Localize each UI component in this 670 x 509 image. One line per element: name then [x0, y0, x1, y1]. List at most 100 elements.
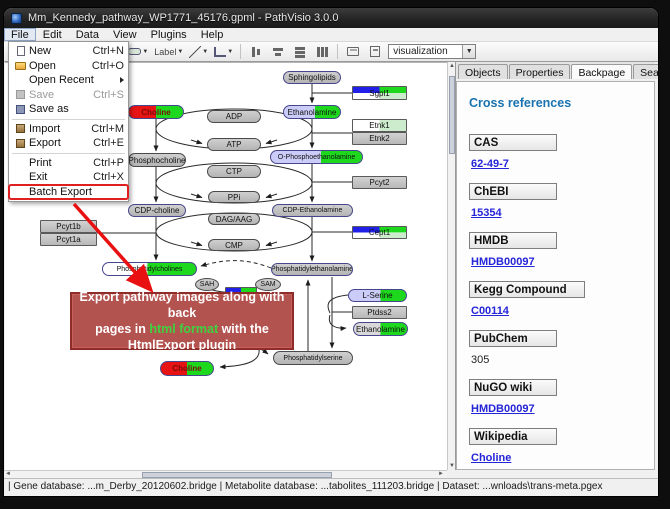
menu-plugins[interactable]: Plugins [144, 28, 194, 41]
node-pcyt1b[interactable]: Pcyt1b [40, 220, 97, 233]
node-choline-top[interactable]: Choline [128, 105, 184, 119]
submenu-arrow-icon [120, 77, 124, 83]
node-ppi[interactable]: PPi [208, 191, 260, 203]
node-phosphatidylethanolamine[interactable]: Phosphatidylethanolamine [271, 263, 353, 276]
tab-backpage[interactable]: Backpage [571, 64, 632, 79]
align-horizontal-button[interactable] [269, 43, 287, 60]
xref-link-cas[interactable]: 62-49-7 [471, 158, 509, 170]
node-ctp[interactable]: CTP [207, 165, 261, 178]
line-tool-button[interactable]: ▼ [188, 43, 209, 60]
node-ptdss2[interactable]: Ptdss2 [352, 306, 407, 319]
file-menu-export[interactable]: Export Ctrl+E [9, 136, 128, 151]
xref-link-kegg[interactable]: C00114 [471, 305, 509, 317]
tab-properties[interactable]: Properties [509, 64, 571, 79]
node-ethanolamine-lower[interactable]: Ethanolamine [353, 322, 408, 336]
node-cept1[interactable]: Cept1 [352, 226, 407, 239]
xref-header: PubChem [469, 330, 557, 347]
node-dag-aag[interactable]: DAG/AAG [208, 213, 260, 225]
visualization-combobox[interactable]: visualization ▼ [388, 44, 476, 59]
node-pcyt1a[interactable]: Pcyt1a [40, 233, 97, 246]
print-button[interactable] [344, 43, 362, 60]
new-file-icon [12, 46, 29, 56]
side-panel-tabs: Objects Properties Backpage Search Legen… [456, 62, 655, 79]
canvas-horizontal-scrollbar[interactable]: ◄ ► [4, 470, 447, 478]
scroll-left-icon[interactable]: ◄ [5, 471, 11, 477]
node-atp[interactable]: ATP [207, 138, 261, 151]
node-sgpl1[interactable]: Sgpl1 [352, 86, 407, 100]
align-vertical-icon [250, 46, 262, 58]
xref-section-wikipedia: Wikipedia Choline [469, 428, 642, 466]
node-choline-selected[interactable]: Choline [160, 361, 214, 376]
export-image-icon [370, 46, 380, 57]
xref-link-chebi[interactable]: 15354 [471, 207, 502, 219]
menu-bar: File Edit Data View Plugins Help [4, 28, 658, 42]
node-cdp-choline[interactable]: CDP-choline [128, 204, 186, 217]
xref-link-hmdb[interactable]: HMDB00097 [471, 256, 535, 268]
node-sphingolipids[interactable]: Sphingolipids [283, 71, 341, 84]
node-cmp[interactable]: CMP [208, 239, 260, 251]
file-menu-print[interactable]: Print Ctrl+P [9, 156, 128, 171]
file-menu-new[interactable]: New Ctrl+N [9, 44, 128, 59]
open-folder-icon [12, 62, 29, 70]
node-phosphatidylserine[interactable]: Phosphatidylserine [273, 351, 353, 365]
xref-value-pubchem: 305 [471, 354, 489, 366]
xref-section-hmdb: HMDB HMDB00097 [469, 232, 642, 270]
toolbar-separator [240, 44, 241, 59]
connector-tool-button[interactable]: ▼ [213, 43, 234, 60]
menu-data[interactable]: Data [69, 28, 106, 41]
connector-tool-icon [214, 47, 226, 57]
file-menu-open[interactable]: Open Ctrl+O [9, 59, 128, 74]
tab-search[interactable]: Search [633, 64, 658, 79]
xref-section-chebi: ChEBI 15354 [469, 183, 642, 221]
title-bar[interactable]: Mm_Kennedy_pathway_WP1771_45176.gpml - P… [4, 8, 658, 28]
pathvisio-app-icon [11, 13, 22, 24]
stack-rows-button[interactable] [291, 43, 309, 60]
datanode-tool-button[interactable]: ▼ [127, 43, 149, 60]
xref-header: Kegg Compound [469, 281, 585, 298]
menu-help[interactable]: Help [194, 28, 231, 41]
align-vertical-button[interactable] [247, 43, 265, 60]
node-phosphatidylcholines[interactable]: Phosphatidylcholines [102, 262, 197, 276]
xref-section-cas: CAS 62-49-7 [469, 134, 642, 172]
pathvisio-window: Mm_Kennedy_pathway_WP1771_45176.gpml - P… [4, 8, 658, 496]
file-menu-import[interactable]: Import Ctrl+M [9, 122, 128, 137]
scroll-right-icon[interactable]: ► [438, 471, 444, 477]
menu-file[interactable]: File [4, 28, 36, 41]
xref-header: HMDB [469, 232, 557, 249]
node-cdp-ethanolamine[interactable]: CDP-Ethanolamine [272, 204, 353, 217]
node-ethanolamine-top[interactable]: Ethanolamine [283, 105, 341, 119]
node-etnk1[interactable]: Etnk1 [352, 119, 407, 132]
xref-header: ChEBI [469, 183, 557, 200]
canvas-vertical-scrollbar[interactable]: ▲ ▼ [447, 62, 455, 470]
node-phosphocholine[interactable]: Phosphocholine [128, 153, 186, 167]
menu-edit[interactable]: Edit [36, 28, 69, 41]
xref-link-wikipedia[interactable]: Choline [471, 452, 511, 464]
stack-columns-button[interactable] [313, 43, 331, 60]
stack-rows-icon [294, 46, 306, 58]
menu-separator [12, 153, 125, 154]
node-etnk2[interactable]: Etnk2 [352, 132, 407, 145]
file-menu-save-as[interactable]: Save as [9, 102, 128, 117]
stack-columns-icon [316, 46, 328, 58]
file-menu-open-recent[interactable]: Open Recent [9, 73, 128, 88]
menu-view[interactable]: View [106, 28, 144, 41]
node-adp[interactable]: ADP [207, 110, 261, 123]
chevron-down-icon[interactable]: ▼ [462, 45, 475, 58]
node-o-phosphoethanolamine[interactable]: O-Phosphoethanolamine [270, 150, 363, 164]
xref-link-nugo[interactable]: HMDB00097 [471, 403, 535, 415]
label-tool-button[interactable]: Label▼ [153, 43, 184, 60]
save-as-icon [12, 105, 29, 114]
callout-line-2: pages in html format with the [72, 321, 292, 337]
export-image-button[interactable] [366, 43, 384, 60]
status-bar: | Gene database: ...m_Derby_20120602.bri… [4, 478, 658, 494]
printer-icon [347, 47, 359, 56]
node-l-serine[interactable]: L-Serine [348, 289, 407, 302]
file-menu-batch-export[interactable]: Batch Export [9, 185, 128, 200]
file-menu-exit[interactable]: Exit Ctrl+X [9, 170, 128, 185]
menu-separator [12, 119, 125, 120]
backpage-panel: Cross references CAS 62-49-7 ChEBI 15354… [456, 81, 655, 470]
file-menu-save: Save Ctrl+S [9, 88, 128, 103]
status-text: | Gene database: ...m_Derby_20120602.bri… [8, 481, 602, 492]
node-pcyt2[interactable]: Pcyt2 [352, 176, 407, 189]
tab-objects[interactable]: Objects [458, 64, 508, 79]
